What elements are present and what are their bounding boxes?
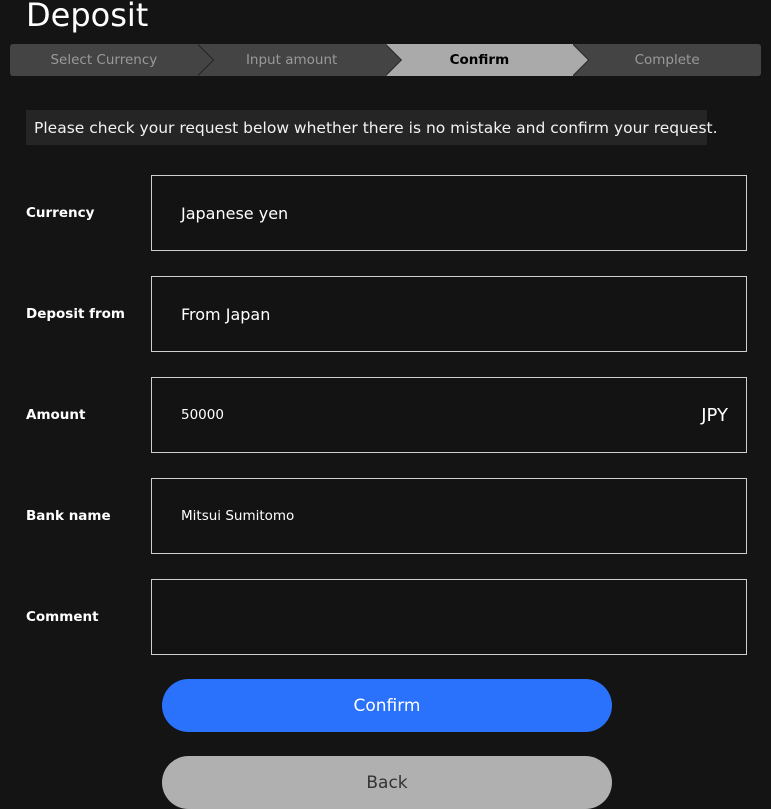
stepper-step-label: Input amount [246,52,337,68]
notice-text: Please check your request below whether … [34,119,718,137]
page-title: Deposit [26,0,148,37]
field-value-comment[interactable] [151,579,747,655]
stepper-step-select-currency[interactable]: Select Currency [10,44,198,76]
stepper-step-label: Complete [635,52,700,68]
stepper-step-input-amount[interactable]: Input amount [198,44,386,76]
form-row-deposit-from: Deposit from From Japan [0,276,771,377]
currency-code-suffix: JPY [701,405,732,426]
stepper-step-complete[interactable]: Complete [573,44,761,76]
chevron-right-icon [572,44,588,76]
stepper-step-label: Confirm [450,52,510,68]
field-text: Japanese yen [181,204,732,223]
form-row-comment: Comment [0,579,771,680]
field-value-currency[interactable]: Japanese yen [151,175,747,251]
field-label-currency: Currency [26,175,94,251]
field-text: Mitsui Sumitomo [181,508,732,524]
form-row-currency: Currency Japanese yen [0,175,771,276]
deposit-summary-form: Currency Japanese yen Deposit from From … [0,175,771,680]
chevron-right-icon [197,44,213,76]
field-label-deposit-from: Deposit from [26,276,125,352]
back-button[interactable]: Back [162,756,612,809]
stepper-step-confirm[interactable]: Confirm [386,44,574,76]
progress-stepper: Select Currency Input amount Confirm Com… [10,44,761,76]
field-label-comment: Comment [26,579,99,655]
form-row-amount: Amount 50000 JPY [0,377,771,478]
confirmation-notice-banner: Please check your request below whether … [26,110,707,145]
field-value-bank-name[interactable]: Mitsui Sumitomo [151,478,747,554]
stepper-step-label: Select Currency [50,52,157,68]
chevron-right-icon [385,44,401,76]
field-text: 50000 [181,407,701,423]
form-row-bank-name: Bank name Mitsui Sumitomo [0,478,771,579]
field-value-deposit-from[interactable]: From Japan [151,276,747,352]
field-value-amount[interactable]: 50000 JPY [151,377,747,453]
field-text: From Japan [181,305,732,324]
field-label-bank-name: Bank name [26,478,111,554]
field-label-amount: Amount [26,377,85,453]
confirm-button[interactable]: Confirm [162,679,612,732]
